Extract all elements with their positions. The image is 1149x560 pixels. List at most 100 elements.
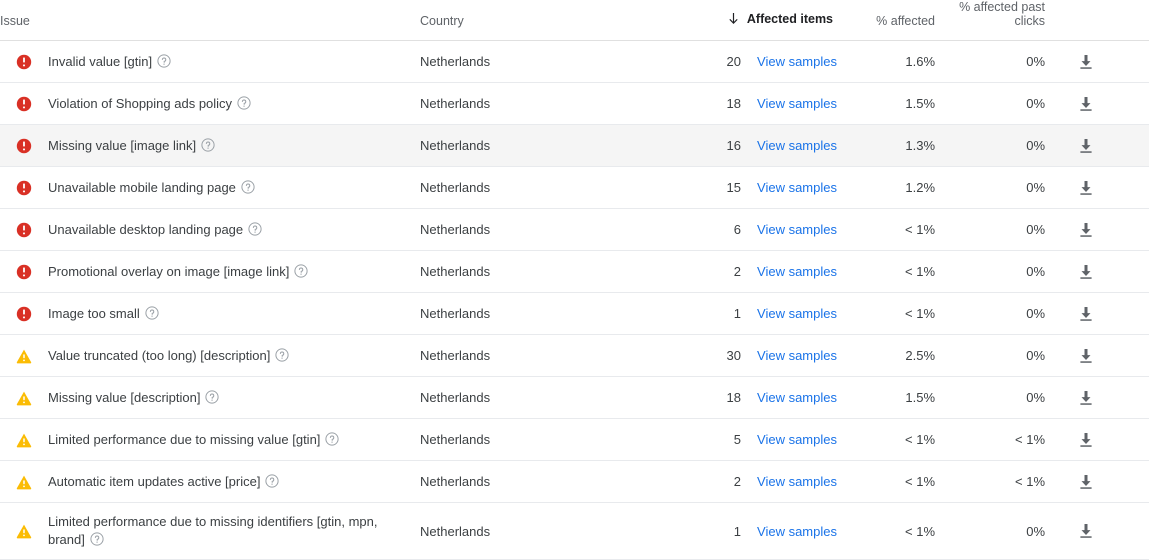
row-issue-cell: Missing value [image link] bbox=[48, 125, 420, 167]
download-icon[interactable] bbox=[1077, 347, 1095, 365]
row-download-cell[interactable] bbox=[1045, 377, 1149, 419]
table-row[interactable]: Automatic item updates active [price] Net… bbox=[0, 461, 1149, 503]
help-circle-icon[interactable] bbox=[265, 473, 280, 488]
warning-triangle-icon bbox=[16, 390, 32, 406]
help-circle-icon[interactable] bbox=[241, 179, 255, 194]
row-pct-affected-value: 1.5% bbox=[905, 390, 936, 405]
row-download-cell[interactable] bbox=[1045, 167, 1149, 209]
row-country-cell: Netherlands bbox=[420, 251, 620, 293]
error-circle-icon bbox=[16, 222, 32, 238]
help-circle-icon[interactable] bbox=[201, 137, 215, 152]
download-icon[interactable] bbox=[1077, 221, 1095, 239]
row-pct-affected-past-clicks-cell: 0% bbox=[935, 251, 1045, 293]
help-circle-icon[interactable] bbox=[157, 53, 171, 68]
help-circle-icon[interactable] bbox=[275, 347, 289, 362]
row-country-label: Netherlands bbox=[420, 222, 491, 237]
view-samples-link[interactable]: View samples bbox=[757, 54, 837, 69]
download-icon[interactable] bbox=[1077, 137, 1095, 155]
row-pct-affected-value: < 1% bbox=[905, 306, 936, 321]
help-circle-icon[interactable] bbox=[325, 431, 340, 446]
row-country-label: Netherlands bbox=[420, 180, 491, 195]
column-header-affected-items[interactable]: Affected items bbox=[620, 0, 836, 41]
row-pct-affected-cell: 1.2% bbox=[835, 167, 935, 209]
view-samples-link[interactable]: View samples bbox=[757, 306, 837, 321]
help-circle-icon[interactable] bbox=[205, 389, 220, 404]
download-icon[interactable] bbox=[1077, 473, 1095, 491]
row-severity-icon-cell bbox=[0, 41, 48, 83]
row-download-cell[interactable] bbox=[1045, 125, 1149, 167]
row-pct-affected-past-clicks-cell: 0% bbox=[935, 167, 1045, 209]
warning-triangle-icon bbox=[16, 432, 32, 448]
download-icon[interactable] bbox=[1077, 53, 1095, 71]
row-country-label: Netherlands bbox=[420, 432, 491, 447]
view-samples-link[interactable]: View samples bbox=[757, 138, 837, 153]
row-download-cell[interactable] bbox=[1045, 83, 1149, 125]
help-circle-icon[interactable] bbox=[145, 305, 159, 320]
header-row: Issue Country Affected items % affected … bbox=[0, 0, 1149, 41]
table-row[interactable]: Image too small Netherlands 1 View samples <… bbox=[0, 293, 1149, 335]
table-row[interactable]: Promotional overlay on image [image link… bbox=[0, 251, 1149, 293]
table-row[interactable]: Unavailable mobile landing page Netherlan… bbox=[0, 167, 1149, 209]
row-pct-affected-past-clicks-value: < 1% bbox=[1015, 432, 1046, 447]
view-samples-link[interactable]: View samples bbox=[757, 524, 837, 539]
view-samples-link[interactable]: View samples bbox=[757, 222, 837, 237]
download-icon[interactable] bbox=[1077, 179, 1095, 197]
row-affected-items-count: 18 bbox=[726, 390, 742, 405]
download-icon[interactable] bbox=[1077, 263, 1095, 281]
help-circle-icon[interactable] bbox=[90, 532, 104, 546]
row-affected-items-cell: 2 View samples bbox=[620, 251, 837, 293]
view-samples-link[interactable]: View samples bbox=[757, 390, 837, 405]
help-circle-icon[interactable] bbox=[248, 221, 262, 236]
view-samples-link[interactable]: View samples bbox=[757, 180, 837, 195]
table-row[interactable]: Missing value [description] Netherlands 18… bbox=[0, 377, 1149, 419]
view-samples-link[interactable]: View samples bbox=[757, 96, 837, 111]
view-samples-link[interactable]: View samples bbox=[757, 264, 837, 279]
help-circle-icon[interactable] bbox=[294, 263, 308, 278]
download-icon[interactable] bbox=[1077, 95, 1095, 113]
table-row[interactable]: Limited performance due to missing ident… bbox=[0, 503, 1149, 560]
row-download-cell[interactable] bbox=[1045, 251, 1149, 293]
table-row[interactable]: Limited performance due to missing value… bbox=[0, 419, 1149, 461]
help-circle-icon[interactable] bbox=[237, 95, 251, 110]
row-download-cell[interactable] bbox=[1045, 461, 1149, 503]
row-issue-label: Value truncated (too long) [description] bbox=[48, 347, 271, 363]
row-country-cell: Netherlands bbox=[420, 503, 620, 560]
table-row[interactable]: Invalid value [gtin] Netherlands 20 View sa… bbox=[0, 41, 1149, 83]
error-circle-icon bbox=[16, 264, 32, 280]
table-row[interactable]: Violation of Shopping ads policy Netherla… bbox=[0, 83, 1149, 125]
table-row[interactable]: Unavailable desktop landing page Netherla… bbox=[0, 209, 1149, 251]
row-pct-affected-cell: < 1% bbox=[835, 251, 935, 293]
row-issue-label: Unavailable mobile landing page bbox=[48, 179, 236, 195]
column-header-pct-affected-past-clicks[interactable]: % affected past clicks bbox=[935, 0, 1046, 41]
row-affected-items-cell: 18 View samples bbox=[620, 377, 837, 419]
view-samples-link[interactable]: View samples bbox=[757, 432, 837, 447]
column-header-issue[interactable]: Issue bbox=[0, 0, 421, 41]
row-issue-cell: Limited performance due to missing ident… bbox=[48, 503, 420, 560]
table-row[interactable]: Missing value [image link] Netherlands 16 V… bbox=[0, 124, 1149, 167]
column-header-country[interactable]: Country bbox=[420, 0, 621, 41]
row-pct-affected-cell: < 1% bbox=[835, 419, 935, 461]
column-header-pct-affected[interactable]: % affected bbox=[835, 0, 936, 41]
error-circle-icon bbox=[16, 180, 32, 196]
row-download-cell[interactable] bbox=[1045, 335, 1149, 377]
download-icon[interactable] bbox=[1077, 522, 1095, 540]
issues-table: Issue Country Affected items % affected … bbox=[0, 0, 1149, 560]
row-download-cell[interactable] bbox=[1045, 293, 1149, 335]
download-icon[interactable] bbox=[1077, 305, 1095, 323]
row-affected-items-count: 2 bbox=[733, 474, 742, 489]
row-severity-icon-cell bbox=[0, 461, 48, 503]
row-download-cell[interactable] bbox=[1045, 41, 1149, 83]
column-header-country-label: Country bbox=[420, 14, 464, 28]
row-pct-affected-past-clicks-value: 0% bbox=[1026, 523, 1046, 539]
row-download-cell[interactable] bbox=[1045, 419, 1149, 461]
view-samples-link[interactable]: View samples bbox=[757, 348, 837, 363]
row-country-cell: Netherlands bbox=[420, 335, 620, 377]
row-download-cell[interactable] bbox=[1045, 209, 1149, 251]
row-issue-label: Image too small bbox=[48, 305, 140, 321]
table-row[interactable]: Value truncated (too long) [description]… bbox=[0, 335, 1149, 377]
download-icon[interactable] bbox=[1077, 389, 1095, 407]
download-icon[interactable] bbox=[1077, 431, 1095, 449]
view-samples-link[interactable]: View samples bbox=[757, 474, 837, 489]
row-download-cell[interactable] bbox=[1045, 503, 1149, 560]
row-affected-items-count: 16 bbox=[726, 138, 742, 153]
